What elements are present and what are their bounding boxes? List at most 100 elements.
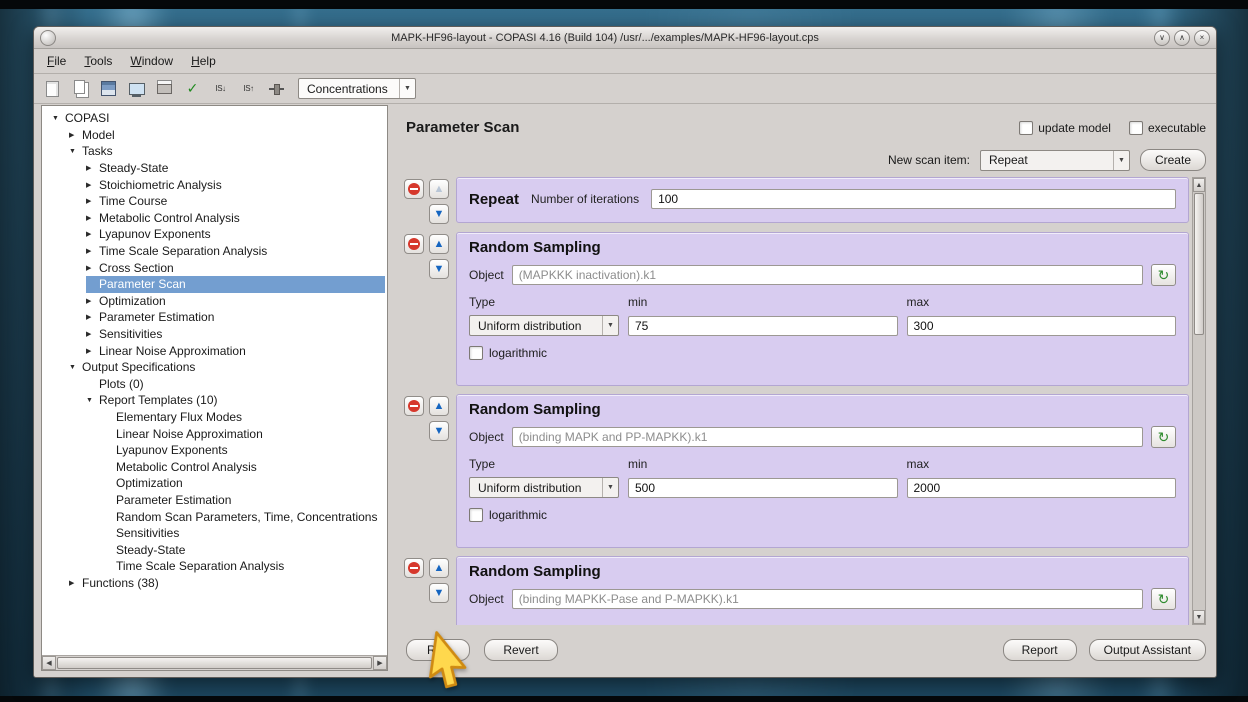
slider-icon[interactable] [264, 77, 289, 100]
object-input[interactable] [512, 589, 1143, 609]
chevron-collapsed-icon[interactable]: ▶ [86, 214, 99, 222]
move-down-button[interactable]: ▼ [429, 421, 449, 441]
tree-item-random-scan-parameters-time-concentrations[interactable]: Random Scan Parameters, Time, Concentrat… [52, 508, 385, 525]
save-icon[interactable] [96, 77, 121, 100]
tree-item-metabolic-control-analysis[interactable]: ▶Metabolic Control Analysis [52, 210, 385, 227]
menu-tools[interactable]: Tools [75, 51, 121, 71]
new-file-icon[interactable] [40, 77, 65, 100]
tree-item-linear-noise-approximation[interactable]: Linear Noise Approximation [52, 425, 385, 442]
chevron-collapsed-icon[interactable]: ▶ [86, 313, 99, 321]
move-up-button[interactable]: ▲ [429, 179, 449, 199]
select-object-button[interactable]: ↻ [1151, 264, 1176, 286]
update-model-option[interactable]: update model [1019, 121, 1111, 135]
scroll-down-icon[interactable]: ▼ [1193, 610, 1205, 624]
chevron-collapsed-icon[interactable]: ▶ [86, 181, 99, 189]
logarithmic-checkbox[interactable] [469, 346, 483, 360]
tree-item-time-course[interactable]: ▶Time Course [52, 193, 385, 210]
scroll-up-icon[interactable]: ▲ [1193, 178, 1205, 192]
menu-window[interactable]: Window [121, 51, 182, 71]
scrollbar-thumb[interactable] [57, 657, 372, 669]
chevron-collapsed-icon[interactable]: ▶ [86, 197, 99, 205]
select-object-button[interactable]: ↻ [1151, 588, 1176, 610]
close-button[interactable]: × [1194, 30, 1210, 46]
move-down-button[interactable]: ▼ [429, 204, 449, 224]
min-input[interactable] [628, 316, 898, 336]
tree-item-optimization[interactable]: ▶Optimization [52, 293, 385, 310]
move-down-button[interactable]: ▼ [429, 259, 449, 279]
update-model-checkbox[interactable] [1019, 121, 1033, 135]
remove-scan-item-button[interactable] [404, 179, 424, 199]
tree-item-plots-0[interactable]: Plots (0) [52, 376, 385, 393]
tree-item-stoichiometric-analysis[interactable]: ▶Stoichiometric Analysis [52, 176, 385, 193]
tree-item-parameter-estimation[interactable]: ▶Parameter Estimation [52, 309, 385, 326]
revert-button[interactable]: Revert [484, 639, 558, 661]
tree-item-parameter-estimation[interactable]: Parameter Estimation [52, 492, 385, 509]
chevron-collapsed-icon[interactable]: ▶ [86, 330, 99, 338]
min-input[interactable] [628, 478, 898, 498]
chevron-collapsed-icon[interactable]: ▶ [69, 579, 82, 587]
tree-item-report-templates-10[interactable]: ▼Report Templates (10) [52, 392, 385, 409]
max-input[interactable] [907, 316, 1177, 336]
scroll-right-icon[interactable]: ▶ [373, 656, 387, 670]
chevron-collapsed-icon[interactable]: ▶ [86, 164, 99, 172]
tree-item-sensitivities[interactable]: ▶Sensitivities [52, 326, 385, 343]
logarithmic-checkbox[interactable] [469, 508, 483, 522]
tree-item-optimization[interactable]: Optimization [52, 475, 385, 492]
new-scan-type-select[interactable]: Repeat ▼ [980, 150, 1130, 171]
tree-item-cross-section[interactable]: ▶Cross Section [52, 259, 385, 276]
remove-scan-item-button[interactable] [404, 396, 424, 416]
tree-item-functions-38[interactable]: ▶Functions (38) [52, 575, 385, 592]
tree-item-parameter-scan[interactable]: Parameter Scan [52, 276, 385, 293]
window-menu-icon[interactable] [40, 30, 56, 46]
chevron-expanded-icon[interactable]: ▼ [69, 364, 82, 371]
executable-option[interactable]: executable [1129, 121, 1206, 135]
move-down-button[interactable]: ▼ [429, 583, 449, 603]
menu-help[interactable]: Help [182, 51, 225, 71]
chevron-collapsed-icon[interactable]: ▶ [86, 230, 99, 238]
move-up-button[interactable]: ▲ [429, 234, 449, 254]
tree-item-copasi[interactable]: ▼COPASI [52, 110, 385, 127]
tree-item-tasks[interactable]: ▼Tasks [52, 143, 385, 160]
window-titlebar[interactable]: MAPK-HF96-layout - COPASI 4.16 (Build 10… [34, 27, 1216, 49]
scroll-left-icon[interactable]: ◀ [42, 656, 56, 670]
copy-initial-state-icon[interactable] [236, 77, 261, 100]
chevron-expanded-icon[interactable]: ▼ [69, 148, 82, 155]
executable-checkbox[interactable] [1129, 121, 1143, 135]
chevron-collapsed-icon[interactable]: ▶ [86, 264, 99, 272]
export-image-icon[interactable] [124, 77, 149, 100]
distribution-select[interactable]: Uniform distribution ▼ [469, 477, 619, 498]
move-up-button[interactable]: ▲ [429, 396, 449, 416]
chevron-collapsed-icon[interactable]: ▶ [86, 297, 99, 305]
chevron-collapsed-icon[interactable]: ▶ [86, 347, 99, 355]
move-up-button[interactable]: ▲ [429, 558, 449, 578]
chevron-expanded-icon[interactable]: ▼ [52, 115, 65, 122]
tree-item-sensitivities[interactable]: Sensitivities [52, 525, 385, 542]
open-file-icon[interactable] [68, 77, 93, 100]
output-assistant-button[interactable]: Output Assistant [1089, 639, 1206, 661]
print-icon[interactable] [152, 77, 177, 100]
max-input[interactable] [907, 478, 1177, 498]
chevron-collapsed-icon[interactable]: ▶ [69, 131, 82, 139]
create-button[interactable]: Create [1140, 149, 1206, 171]
tree-item-time-scale-separation-analysis[interactable]: ▶Time Scale Separation Analysis [52, 243, 385, 260]
chevron-expanded-icon[interactable]: ▼ [86, 397, 99, 404]
concentrations-selector[interactable]: Concentrations ▼ [298, 78, 416, 99]
remove-scan-item-button[interactable] [404, 558, 424, 578]
check-model-icon[interactable] [180, 77, 205, 100]
scrollbar-thumb[interactable] [1194, 193, 1204, 335]
iterations-input[interactable] [651, 189, 1176, 209]
tree-item-output-specifications[interactable]: ▼Output Specifications [52, 359, 385, 376]
tree-item-linear-noise-approximation[interactable]: ▶Linear Noise Approximation [52, 342, 385, 359]
update-initial-state-icon[interactable] [208, 77, 233, 100]
select-object-button[interactable]: ↻ [1151, 426, 1176, 448]
tree-item-lyapunov-exponents[interactable]: Lyapunov Exponents [52, 442, 385, 459]
tree-item-lyapunov-exponents[interactable]: ▶Lyapunov Exponents [52, 226, 385, 243]
report-button[interactable]: Report [1003, 639, 1077, 661]
maximize-button[interactable]: ∧ [1174, 30, 1190, 46]
tree-item-time-scale-separation-analysis[interactable]: Time Scale Separation Analysis [52, 558, 385, 575]
scan-vertical-scrollbar[interactable]: ▲ ▼ [1192, 177, 1206, 625]
tree-item-steady-state[interactable]: ▶Steady-State [52, 160, 385, 177]
object-input[interactable] [512, 265, 1143, 285]
tree-item-model[interactable]: ▶Model [52, 127, 385, 144]
tree-item-elementary-flux-modes[interactable]: Elementary Flux Modes [52, 409, 385, 426]
